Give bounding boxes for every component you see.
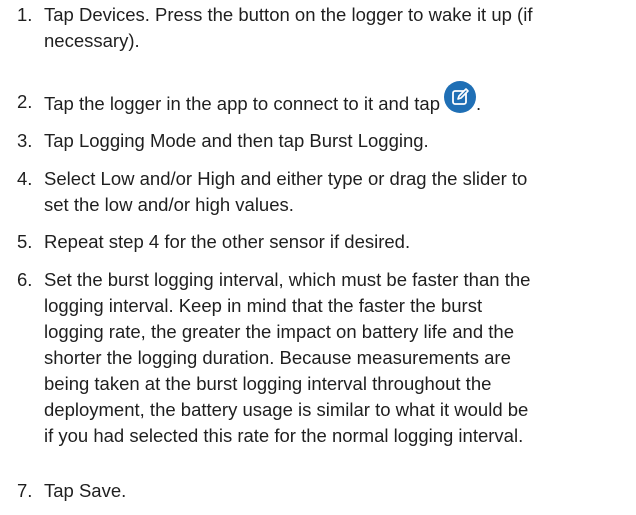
step-line: being taken at the burst logging interva…	[44, 373, 492, 394]
edit-icon	[443, 81, 476, 113]
step-line: .	[475, 92, 482, 114]
step-number: 4.	[17, 168, 33, 189]
step-number: 1.	[17, 4, 33, 25]
step-number: 3.	[17, 130, 33, 151]
step-text: Select Low and/or High and either type o…	[44, 166, 634, 218]
step-line: if you had selected this rate for the no…	[44, 425, 524, 446]
step-text: Tap the logger in the app to connect to …	[44, 81, 634, 121]
step-line: Set the burst logging interval, which mu…	[44, 269, 531, 290]
step-line: Tap Logging Mode and then tap Burst Logg…	[44, 130, 429, 151]
step-line: set the low and/or high values.	[44, 194, 294, 215]
step-text: Set the burst logging interval, which mu…	[44, 267, 634, 449]
step-number: 5.	[17, 231, 33, 252]
step-text: Tap Save.	[44, 478, 634, 504]
step-line: Tap Save.	[44, 480, 127, 501]
step-line: necessary).	[44, 30, 140, 51]
step-line: Tap Devices. Press the button on the log…	[44, 4, 533, 25]
step-line: Repeat step 4 for the other sensor if de…	[44, 231, 411, 252]
step-number: 6.	[17, 269, 33, 290]
step-number: 2.	[17, 91, 33, 112]
step-line: logging interval. Keep in mind that the …	[44, 295, 483, 316]
step-line: shorter the logging duration. Because me…	[44, 347, 511, 368]
step-line: logging rate, the greater the impact on …	[44, 321, 514, 342]
step-line: Select Low and/or High and either type o…	[44, 168, 528, 189]
step-text: Repeat step 4 for the other sensor if de…	[44, 229, 634, 255]
step-line: Tap the logger in the app to connect to …	[44, 92, 440, 114]
instruction-steps: 1. Tap Devices. Press the button on the …	[0, 0, 636, 515]
step-number: 7.	[17, 480, 33, 501]
step-text: Tap Devices. Press the button on the log…	[44, 2, 634, 54]
step-line: deployment, the battery usage is similar…	[44, 399, 529, 420]
step-text: Tap Logging Mode and then tap Burst Logg…	[44, 128, 634, 154]
